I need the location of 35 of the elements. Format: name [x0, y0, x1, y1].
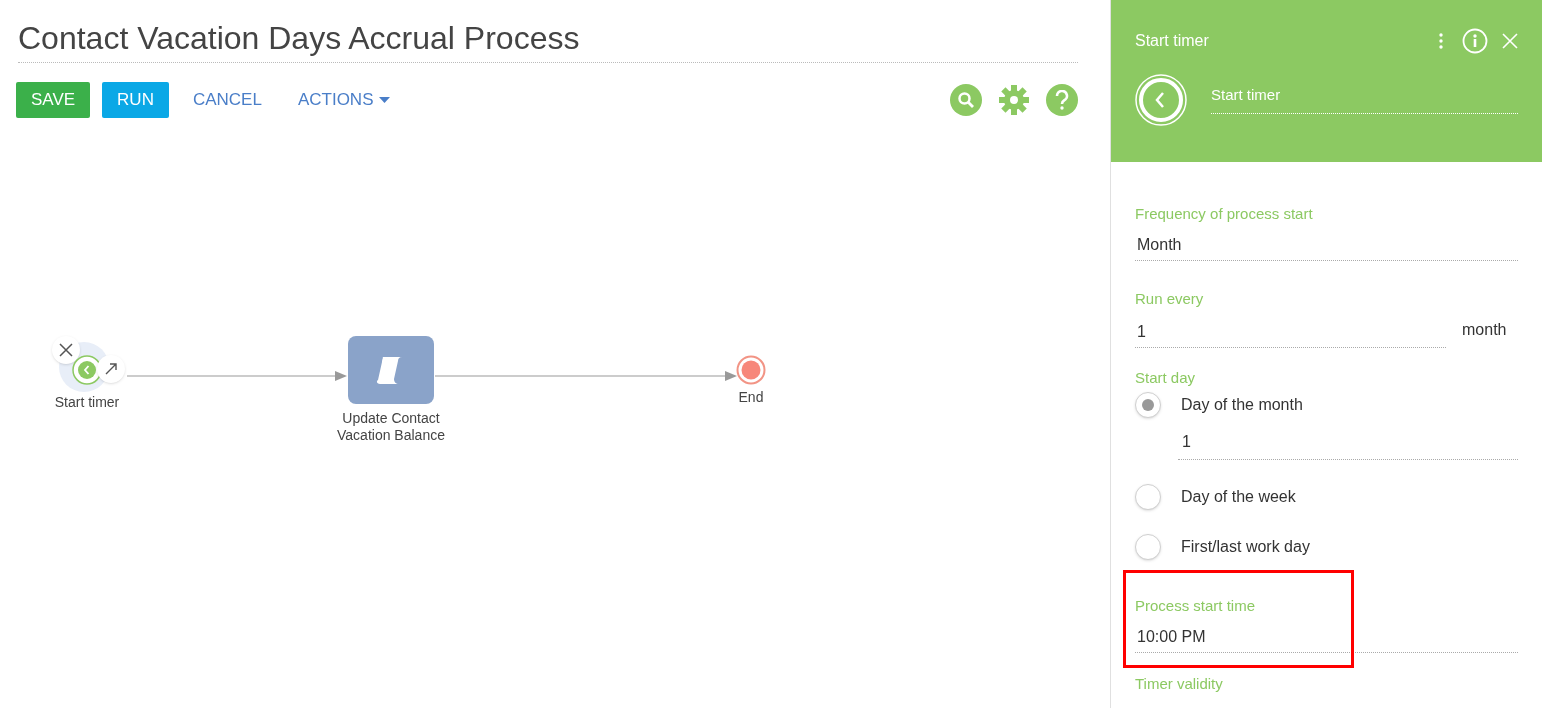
caret-icon — [379, 97, 391, 103]
node-label: Update Contact Vacation Balance — [336, 410, 446, 444]
node-label: End — [738, 388, 764, 407]
help-icon[interactable] — [1046, 84, 1078, 116]
link-button[interactable]: CANCEL — [180, 82, 274, 118]
radio-label: First/last work day — [1181, 537, 1310, 557]
node-label: Start timer — [54, 393, 120, 412]
end-event-icon[interactable] — [736, 355, 766, 385]
text-field[interactable]: Month — [1135, 233, 1518, 261]
field-label: Start day — [1135, 368, 1197, 388]
radio-button[interactable] — [1135, 392, 1161, 418]
radio-button[interactable] — [1135, 534, 1161, 560]
script-task-node[interactable] — [348, 336, 434, 404]
radio-label: Day of the week — [1181, 487, 1296, 507]
field-label: Run every — [1135, 289, 1205, 309]
field-label: Timer validity — [1135, 674, 1224, 694]
field-label: Process start time — [1135, 596, 1257, 616]
text-field[interactable]: 1 — [1135, 320, 1446, 348]
clock-icon — [1135, 74, 1187, 126]
more-icon[interactable] — [1438, 32, 1444, 50]
field-label: Frequency of process start — [1135, 204, 1314, 224]
close-icon[interactable] — [52, 336, 80, 364]
unit-label: month — [1462, 320, 1508, 340]
save-button[interactable]: SAVE — [16, 82, 91, 118]
info-icon[interactable] — [1462, 28, 1488, 54]
settings-icon[interactable] — [998, 84, 1030, 116]
search-icon[interactable] — [950, 84, 982, 116]
actions-menu-button[interactable]: ACTIONS — [285, 82, 403, 118]
radio-button[interactable] — [1135, 484, 1161, 510]
text-field[interactable]: 1 — [1178, 430, 1518, 460]
panel-title: Start timer — [1135, 31, 1210, 51]
run-button[interactable]: RUN — [102, 82, 169, 118]
radio-label: Day of the month — [1181, 395, 1303, 415]
page-title: Contact Vacation Days Accrual Process — [18, 19, 581, 58]
text-field[interactable]: 10:00 PM — [1135, 625, 1518, 653]
